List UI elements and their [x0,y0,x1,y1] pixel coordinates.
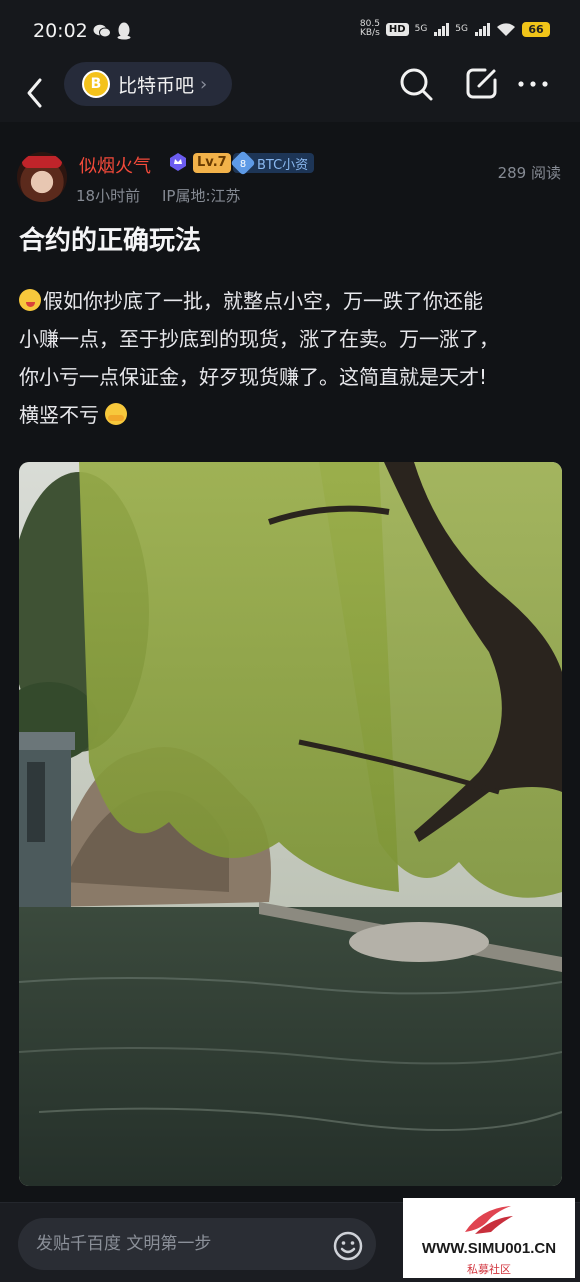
watermark-url: WWW.SIMU001.CN [421,1240,557,1257]
more-icon[interactable] [516,66,550,100]
post-body-line: 假如你抄底了一批，就整点小空，万一跌了你还能 [19,282,564,320]
status-time: 20:02 [33,20,88,42]
post-title: 合约的正确玩法 [19,226,202,256]
author-name[interactable]: 似烟火气 [79,152,151,178]
edit-icon[interactable] [465,66,499,100]
network-speed: 80.5 KB/s [359,19,380,38]
level-badge: Lv.7 [193,153,231,173]
sim2-label: 5G [455,24,468,34]
top-nav-bar: B 比特币吧 › [0,60,580,122]
wifi-icon [497,22,515,36]
post-photo[interactable] [19,462,562,1186]
post-card: 似烟火气 Lv.7 8 BTC小资 18小时前 IP属地:江苏 289 阅读 合… [0,122,580,1202]
hug-emoji-icon [105,403,128,425]
back-icon[interactable] [20,70,50,112]
avatar[interactable] [17,152,67,202]
yum-emoji-icon [19,289,41,311]
post-body-line: 小赚一点，至于抄底到的现货，涨了在卖。万一涨了， [19,327,499,351]
forum-selector-button[interactable]: B 比特币吧 › [64,62,232,106]
view-count: 289 阅读 [497,164,561,182]
chevron-right-icon: › [200,73,208,95]
watermark-subtitle: 私募社区 [467,1263,511,1276]
emoji-icon[interactable] [332,1230,364,1262]
post-time: 18小时前 [76,187,141,205]
rank-badge: 8 BTC小资 [230,150,315,176]
site-watermark: WWW.SIMU001.CN 私募社区 [403,1198,575,1278]
diamond-icon: 8 [230,150,256,176]
status-indicators: 80.5 KB/s HD 5G 5G 66 [360,20,550,38]
forum-name: 比特币吧 [118,74,195,97]
ip-location: IP属地:江苏 [162,187,241,205]
wechat-icon [93,24,111,38]
qq-icon [117,22,131,40]
member-badge-icon [170,153,186,171]
watermark-logo-icon [465,1206,513,1234]
signal-icon [475,22,490,36]
status-bar: 20:02 80.5 KB/s HD 5G 5G 66 [0,0,580,60]
battery-indicator: 66 [522,21,550,37]
post-body: 假如你抄底了一批，就整点小空，万一跌了你还能 小赚一点，至于抄底到的现货，涨了在… [19,282,564,434]
signal-icon [434,22,450,36]
bitcoin-icon: B [82,70,110,98]
reply-input[interactable]: 发贴千百度 文明第一步 [18,1218,376,1270]
sim1-label: 5G [414,24,428,34]
hd-voice-badge: HD [385,22,409,36]
search-icon[interactable] [398,66,434,102]
rank-badge-label: BTC小资 [257,157,309,173]
post-body-line: 横竖不亏 [19,396,564,434]
post-body-line: 你小亏一点保证金，好歹现货赚了。这简直就是天才! [19,365,488,389]
